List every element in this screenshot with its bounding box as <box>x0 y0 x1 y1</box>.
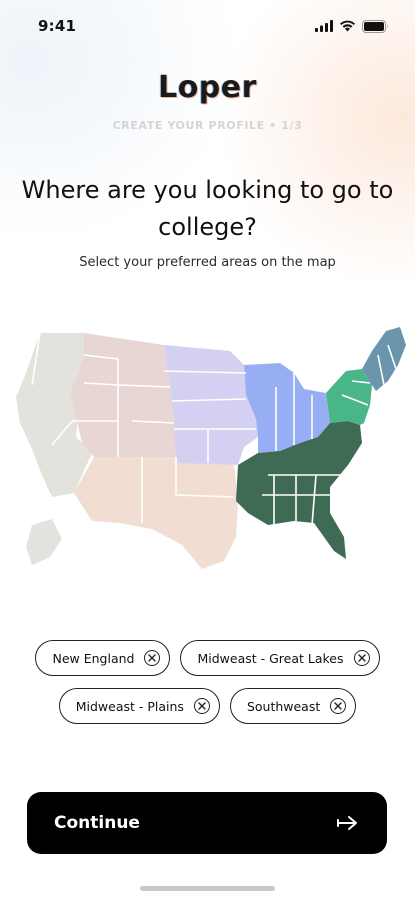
chip-label: Midweast - Great Lakes <box>197 650 344 666</box>
battery-icon <box>362 19 388 33</box>
close-circle-icon[interactable] <box>330 698 347 714</box>
chip-row: New England Midweast - Great Lakes <box>0 640 415 676</box>
chip-label: New England <box>52 650 135 666</box>
map-region-midwest-plains[interactable] <box>164 345 258 465</box>
status-icons <box>315 19 389 33</box>
arrow-right-icon <box>337 816 357 830</box>
chip-southwest[interactable]: Southweast <box>229 688 357 724</box>
home-indicator <box>140 886 275 891</box>
page-subtitle: Select your preferred areas on the map <box>79 255 336 270</box>
chip-row: Midweast - Plains Southweast <box>0 688 415 724</box>
status-time: 9:41 <box>38 17 77 35</box>
step-indicator: CREATE YOUR PROFILE • 1/3 <box>112 119 303 132</box>
app-logo: Loper <box>158 70 257 105</box>
page-title: Where are you looking to go to college? <box>21 176 394 241</box>
wifi-icon <box>340 20 355 32</box>
close-circle-icon[interactable] <box>144 650 161 666</box>
map-region-mountain[interactable] <box>70 333 176 457</box>
status-bar: 9:41 <box>0 0 415 52</box>
selected-regions: New England Midweast - Great Lakes Midwe… <box>0 640 415 736</box>
chip-label: Southweast <box>246 698 321 714</box>
close-circle-icon[interactable] <box>353 650 370 666</box>
chip-new-england[interactable]: New England <box>35 640 171 676</box>
chip-label: Midweast - Plains <box>75 698 184 714</box>
close-circle-icon[interactable] <box>193 698 210 714</box>
cellular-signal-icon <box>315 20 333 32</box>
chip-plains[interactable]: Midweast - Plains <box>58 688 220 724</box>
map-region-southwest[interactable] <box>74 457 238 569</box>
continue-label: Continue <box>54 813 140 833</box>
continue-button[interactable]: Continue <box>27 792 387 854</box>
chip-great-lakes[interactable]: Midweast - Great Lakes <box>180 640 380 676</box>
us-region-map[interactable] <box>12 325 407 575</box>
